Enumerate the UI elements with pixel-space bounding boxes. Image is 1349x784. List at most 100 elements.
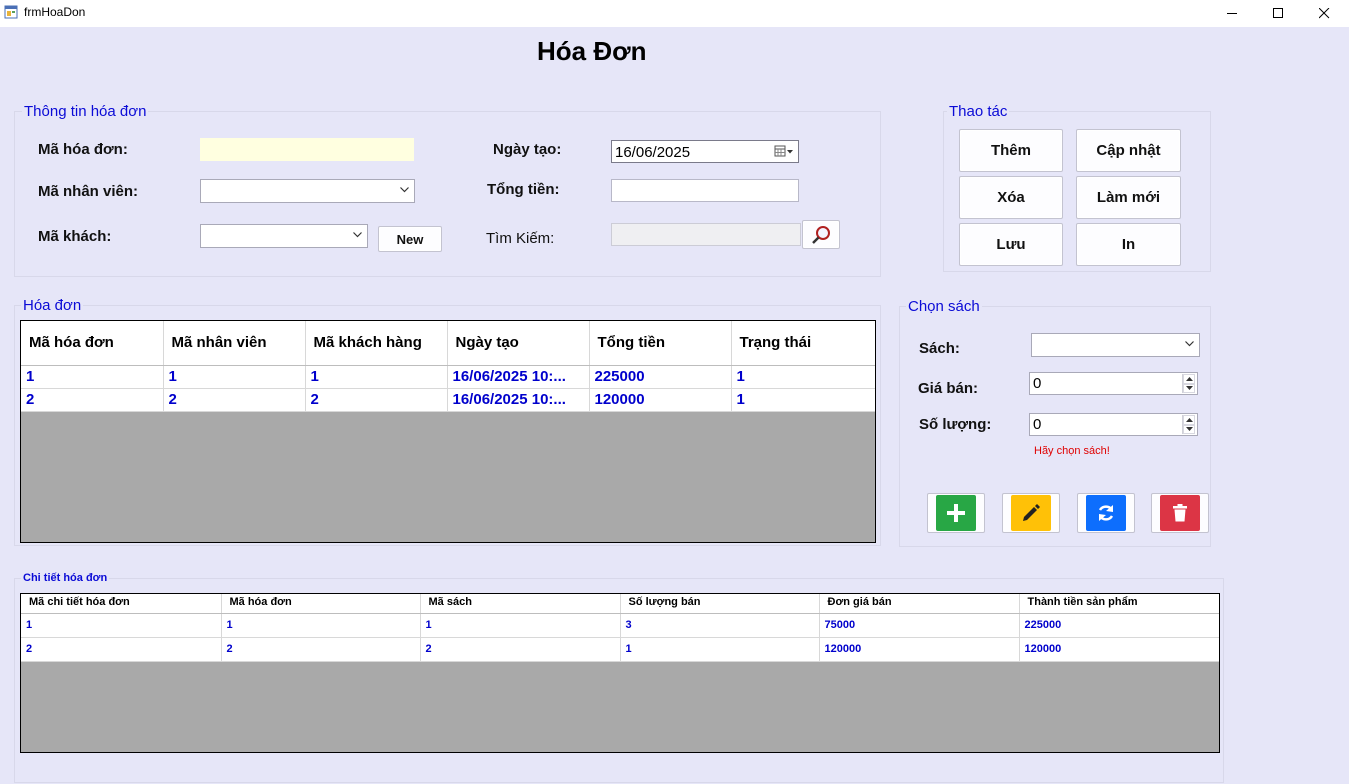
edit-detail-button[interactable] [1002,493,1060,533]
ma-hoa-don-label: Mã hóa đơn: [38,141,128,158]
form-title: Hóa Đơn [537,36,647,66]
chevron-down-icon [353,232,362,238]
column-header[interactable]: Tổng tiền [589,321,732,366]
in-button[interactable]: In [1076,223,1181,266]
delete-detail-button[interactable] [1151,493,1209,533]
column-header[interactable]: Đơn giá bán [819,594,1020,614]
detail-grid-header: Mã chi tiết hóa đơn Mã hóa đơn Mã sách S… [21,594,1219,614]
plus-icon [947,504,965,522]
tim-kiem-input[interactable] [611,223,801,246]
table-row[interactable]: 2 2 2 16/06/2025 10:... 120000 1 [21,388,875,412]
table-cell[interactable]: 16/06/2025 10:... [447,388,590,412]
tong-tien-label: Tổng tiền: [487,181,560,198]
so-luong-spinner[interactable] [1182,415,1195,434]
column-header[interactable]: Ngày tạo [447,321,590,366]
so-luong-numeric[interactable]: 0 [1029,413,1198,436]
xoa-button[interactable]: Xóa [959,176,1063,219]
minimize-button[interactable] [1209,0,1255,27]
tim-kiem-label: Tìm Kiếm: [486,230,555,247]
column-header[interactable]: Mã khách hàng [305,321,448,366]
table-cell[interactable]: 1 [305,365,448,389]
so-luong-value: 0 [1033,416,1042,433]
sach-combo[interactable] [1031,333,1200,357]
column-header[interactable]: Thành tiền sản phẩm [1019,594,1219,614]
table-row[interactable]: 1 1 1 3 75000 225000 [21,613,1219,638]
table-cell[interactable]: 1 [731,365,875,389]
minimize-icon [1226,13,1237,14]
table-cell[interactable]: 1 [420,613,621,638]
ma-hoa-don-input[interactable] [200,138,414,161]
invoice-grid-header: Mã hóa đơn Mã nhân viên Mã khách hàng Ng… [21,321,875,366]
invoice-grid[interactable]: Mã hóa đơn Mã nhân viên Mã khách hàng Ng… [20,320,876,543]
search-button[interactable] [802,220,840,249]
trash-icon [1173,504,1187,522]
window-title: frmHoaDon [24,5,86,19]
ma-nhan-vien-combo[interactable] [200,179,415,203]
gia-ban-spinner[interactable] [1182,374,1195,393]
column-header[interactable]: Mã sách [420,594,621,614]
calendar-icon[interactable] [774,145,794,158]
actions-title: Thao tác [947,103,1010,120]
table-cell[interactable]: 120000 [1019,637,1219,662]
table-cell[interactable]: 1 [21,613,222,638]
cap-nhat-button[interactable]: Cập nhật [1076,129,1181,172]
table-cell[interactable]: 1 [221,613,421,638]
new-customer-button[interactable]: New [378,226,442,252]
column-header[interactable]: Số lượng bán [620,594,820,614]
spin-down-icon[interactable] [1183,424,1195,434]
tong-tien-input[interactable] [611,179,799,202]
detail-title: Chi tiết hóa đơn [21,572,110,584]
luu-button[interactable]: Lưu [959,223,1063,266]
column-header[interactable]: Trạng thái [731,321,875,366]
them-button[interactable]: Thêm [959,129,1063,172]
table-cell[interactable]: 2 [163,388,306,412]
table-cell[interactable]: 75000 [819,613,1020,638]
table-cell[interactable]: 1 [21,365,164,389]
gia-ban-label: Giá bán: [918,380,979,397]
gia-ban-value: 0 [1033,375,1042,392]
table-cell[interactable]: 2 [420,637,621,662]
column-header[interactable]: Mã hóa đơn [21,321,164,366]
table-cell[interactable]: 16/06/2025 10:... [447,365,590,389]
refresh-detail-button[interactable] [1077,493,1135,533]
search-icon [812,225,830,244]
table-cell[interactable]: 1 [163,365,306,389]
sach-label: Sách: [919,340,960,357]
column-header[interactable]: Mã nhân viên [163,321,306,366]
table-cell[interactable]: 225000 [1019,613,1219,638]
table-row[interactable]: 2 2 2 1 120000 120000 [21,637,1219,662]
book-error-message: Hãy chọn sách! [1034,445,1110,457]
ma-khach-combo[interactable] [200,224,368,248]
table-cell[interactable]: 1 [620,637,820,662]
table-cell[interactable]: 2 [305,388,448,412]
spin-up-icon[interactable] [1183,374,1195,384]
table-row[interactable]: 1 1 1 16/06/2025 10:... 225000 1 [21,365,875,389]
table-cell[interactable]: 1 [731,388,875,412]
table-cell[interactable]: 3 [620,613,820,638]
chevron-down-icon [1185,341,1194,347]
maximize-icon [1272,8,1283,18]
table-cell[interactable]: 120000 [589,388,732,412]
lam-moi-button[interactable]: Làm mới [1076,176,1181,219]
detail-grid[interactable]: Mã chi tiết hóa đơn Mã hóa đơn Mã sách S… [20,593,1220,753]
column-header[interactable]: Mã hóa đơn [221,594,421,614]
form-client-area: Hóa Đơn Thông tin hóa đơn Mã hóa đơn: Mã… [0,27,1349,784]
table-cell[interactable]: 225000 [589,365,732,389]
spin-down-icon[interactable] [1183,383,1195,393]
invoice-info-title: Thông tin hóa đơn [22,103,149,120]
table-cell[interactable]: 2 [21,637,222,662]
maximize-button[interactable] [1255,0,1301,27]
add-detail-button[interactable] [927,493,985,533]
ngay-tao-datepicker[interactable]: 16/06/2025 [611,140,799,163]
gia-ban-numeric[interactable]: 0 [1029,372,1198,395]
column-header[interactable]: Mã chi tiết hóa đơn [21,594,222,614]
refresh-icon [1098,505,1114,521]
close-button[interactable] [1301,0,1347,27]
ngay-tao-label: Ngày tạo: [493,141,562,158]
table-cell[interactable]: 2 [221,637,421,662]
window-titlebar: frmHoaDon [0,0,1349,27]
spin-up-icon[interactable] [1183,415,1195,425]
ngay-tao-value: 16/06/2025 [615,144,691,161]
table-cell[interactable]: 120000 [819,637,1020,662]
table-cell[interactable]: 2 [21,388,164,412]
